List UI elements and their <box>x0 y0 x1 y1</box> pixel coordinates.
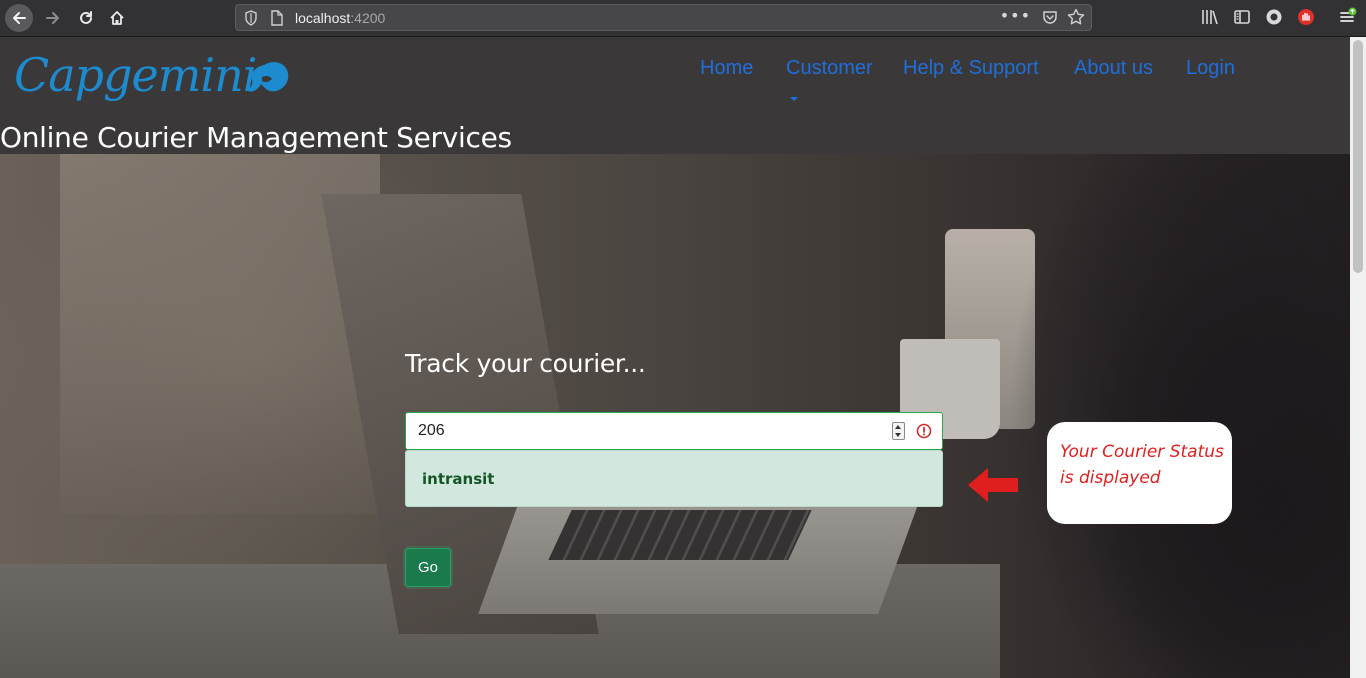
sidebar-icon[interactable] <box>1233 8 1251 30</box>
nav-about-us[interactable]: About us <box>1074 57 1153 80</box>
url-port: :4200 <box>350 10 386 26</box>
scrollbar-thumb[interactable] <box>1353 40 1363 273</box>
reload-icon <box>80 11 92 24</box>
logo-wordmark: Capgemini <box>14 48 256 102</box>
extension-circle-icon[interactable] <box>1265 8 1283 30</box>
customer-dropdown-caret-icon[interactable] <box>790 97 798 101</box>
courier-id-value: 206 <box>418 422 445 439</box>
site-title: Online Courier Management Services <box>0 121 512 154</box>
annotation-line-2: is displayed <box>1060 468 1161 488</box>
bookmark-star-icon[interactable] <box>1067 8 1085 30</box>
tracking-shield-icon[interactable] <box>244 10 258 30</box>
annotation-line-1: Your Courier Status <box>1060 442 1224 462</box>
library-icon[interactable] <box>1201 8 1219 30</box>
browser-toolbar: localhost:4200 ••• <box>0 0 1366 37</box>
annotation-callout: Your Courier Status is displayed <box>1047 422 1232 524</box>
courier-status-box: intransit <box>405 450 943 507</box>
number-spinner[interactable] <box>892 422 905 440</box>
nav-customer[interactable]: Customer <box>786 57 873 80</box>
spinner-up-icon[interactable] <box>895 425 901 429</box>
arrow-left-icon <box>13 12 26 24</box>
page-actions-menu-icon[interactable]: ••• <box>1000 6 1031 25</box>
reload-button[interactable] <box>72 4 100 32</box>
adblock-extension-icon[interactable] <box>1297 8 1315 30</box>
page-info-icon[interactable] <box>270 10 284 30</box>
spinner-down-icon[interactable] <box>895 433 901 437</box>
nav-login[interactable]: Login <box>1186 57 1235 80</box>
pocket-icon[interactable] <box>1042 9 1058 29</box>
url-host: localhost <box>295 10 351 26</box>
url-text[interactable]: localhost:4200 <box>295 10 385 26</box>
courier-status-text: intransit <box>422 470 495 488</box>
background-person <box>930 154 1350 678</box>
address-bar[interactable]: localhost:4200 ••• <box>235 4 1092 31</box>
courier-id-input[interactable]: 206 <box>405 412 943 450</box>
hamburger-menu-icon[interactable] <box>1338 7 1358 31</box>
red-arrow-icon <box>966 466 1020 508</box>
forward-button[interactable] <box>39 4 67 32</box>
arrow-right-icon <box>46 12 59 24</box>
background-keyboard <box>548 510 812 560</box>
go-button[interactable]: Go <box>405 548 451 587</box>
alert-icon <box>916 423 932 443</box>
capgemini-logo[interactable]: Capgemini <box>12 43 292 117</box>
track-heading: Track your courier... <box>405 349 646 378</box>
home-icon <box>110 11 124 25</box>
page-scrollbar[interactable] <box>1350 37 1366 678</box>
back-button[interactable] <box>5 4 33 32</box>
nav-home[interactable]: Home <box>700 57 753 80</box>
home-button[interactable] <box>103 4 131 32</box>
app-header: Capgemini Home Customer Help & Support A… <box>0 37 1350 154</box>
nav-help-support[interactable]: Help & Support <box>903 57 1039 80</box>
